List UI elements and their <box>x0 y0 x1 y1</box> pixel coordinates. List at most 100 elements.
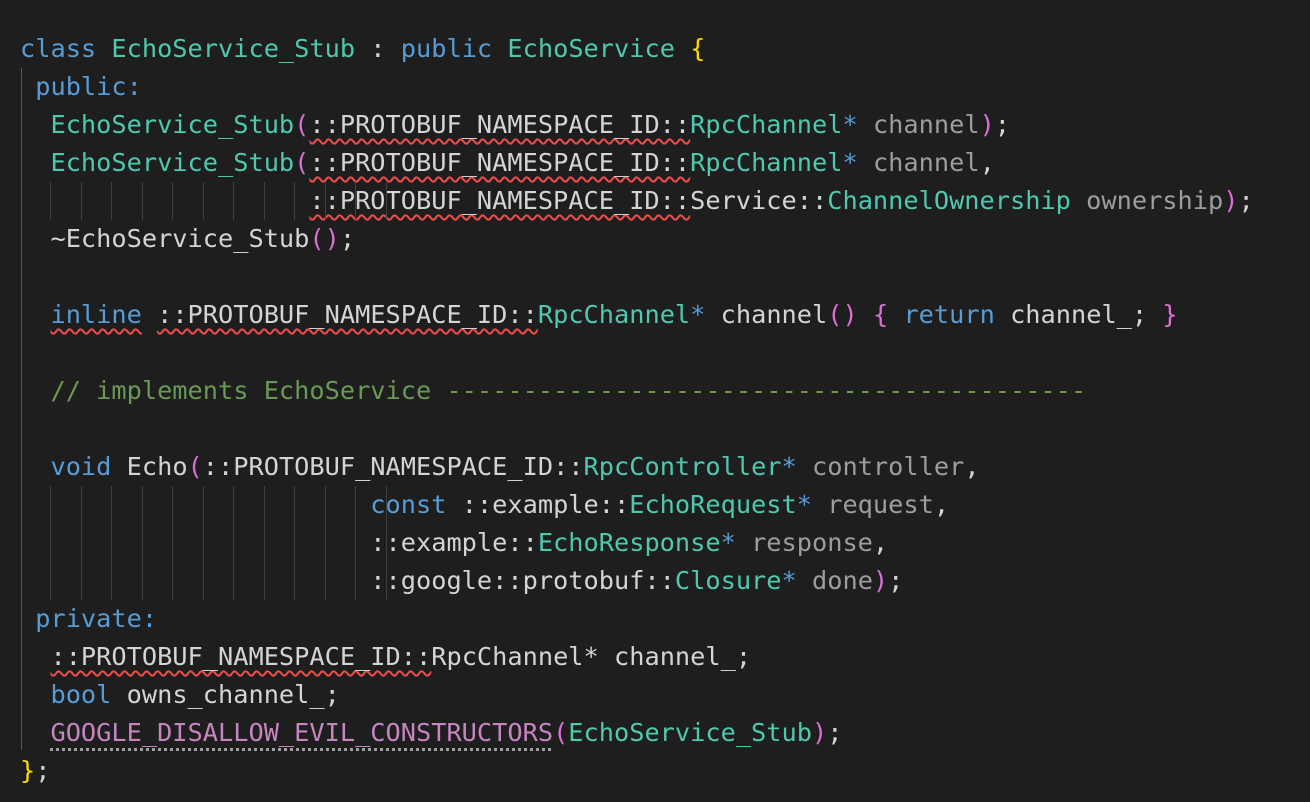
code-token: ~EchoService_Stub <box>50 224 310 253</box>
code-line[interactable] <box>20 334 1254 372</box>
indent-guide <box>50 486 52 524</box>
code-line[interactable]: void Echo(::PROTOBUF_NAMESPACE_ID::RpcCo… <box>20 448 1254 486</box>
code-token: () <box>827 300 858 329</box>
code-token: ) <box>872 566 889 595</box>
code-token-error: ::PROTOBUF_NAMESPACE_ID:: <box>50 642 432 671</box>
code-token: , <box>933 490 950 519</box>
code-token: channel_; <box>1010 300 1148 329</box>
indent-guide <box>355 486 357 524</box>
code-line[interactable]: bool owns_channel_; <box>20 676 1254 714</box>
code-token: : <box>355 34 401 63</box>
code-token: const <box>370 490 447 519</box>
code-token: : <box>126 72 142 101</box>
code-lines[interactable]: class EchoService_Stub : public EchoServ… <box>20 30 1254 790</box>
code-line[interactable]: GOOGLE_DISALLOW_EVIL_CONSTRUCTORS(EchoSe… <box>20 714 1254 752</box>
code-token: Echo <box>126 452 188 481</box>
indent-guide <box>263 182 265 220</box>
code-token: ; <box>827 718 843 747</box>
code-token: class <box>20 34 97 63</box>
indent-guide <box>263 524 265 562</box>
code-line[interactable]: }; <box>20 752 1254 790</box>
code-line[interactable]: ::PROTOBUF_NAMESPACE_ID::RpcChannel* cha… <box>20 638 1254 676</box>
code-line[interactable]: ~EchoService_Stub(); <box>20 220 1254 258</box>
code-line[interactable]: EchoService_Stub(::PROTOBUF_NAMESPACE_ID… <box>20 106 1254 144</box>
code-token: ; <box>339 224 356 253</box>
code-token: { <box>690 34 706 63</box>
indent-guide <box>324 562 326 600</box>
code-token-error: ::PROTOBUF_NAMESPACE_ID:: <box>309 186 691 215</box>
indent-guide <box>294 486 296 524</box>
code-token: EchoService <box>507 34 675 63</box>
indent-guide <box>324 486 326 524</box>
code-line[interactable]: ::example::EchoResponse* response, <box>20 524 1254 562</box>
code-token: RpcChannel <box>690 148 843 177</box>
code-token: channel <box>872 148 980 177</box>
indent-guide <box>111 524 113 562</box>
code-token: ::example:: <box>461 490 630 519</box>
code-line[interactable] <box>20 258 1254 296</box>
code-token: response <box>751 528 873 557</box>
code-token: bool <box>50 680 112 709</box>
indent-guide <box>324 182 326 220</box>
code-line[interactable]: ::PROTOBUF_NAMESPACE_ID::Service::Channe… <box>20 182 1254 220</box>
indent-guide <box>111 486 113 524</box>
indent-guide <box>233 486 235 524</box>
indent-guide <box>80 562 82 600</box>
indent-guide <box>355 562 357 600</box>
indent-guide <box>294 524 296 562</box>
code-line[interactable]: private: <box>20 600 1254 638</box>
code-token: ; <box>994 110 1011 139</box>
code-token: EchoResponse <box>537 528 721 557</box>
code-token: EchoRequest <box>629 490 797 519</box>
code-token: done <box>812 566 873 595</box>
code-token: EchoService_Stub <box>50 110 295 139</box>
code-line[interactable]: ::google::protobuf::Closure* done); <box>20 562 1254 600</box>
indent-guide <box>385 524 387 562</box>
code-token: * <box>583 642 599 671</box>
indent-guide <box>172 524 174 562</box>
code-token: } <box>1162 300 1178 329</box>
indent-guide <box>385 182 387 220</box>
code-token: ( <box>294 148 310 177</box>
code-editor[interactable]: class EchoService_Stub : public EchoServ… <box>0 0 1310 802</box>
code-token: * <box>690 300 706 329</box>
indent-guide <box>80 486 82 524</box>
code-line[interactable]: public: <box>20 68 1254 106</box>
code-line[interactable]: const ::example::EchoRequest* request, <box>20 486 1254 524</box>
code-token: RpcChannel <box>690 110 843 139</box>
code-token: request <box>827 490 934 519</box>
indent-guide <box>294 562 296 600</box>
indent-guide <box>141 524 143 562</box>
code-line[interactable]: EchoService_Stub(::PROTOBUF_NAMESPACE_ID… <box>20 144 1254 182</box>
code-token: :: <box>796 186 828 215</box>
code-token: EchoService_Stub <box>50 148 295 177</box>
code-token: Service <box>690 186 797 215</box>
code-token-error: ::PROTOBUF_NAMESPACE_ID:: <box>309 148 691 177</box>
code-line[interactable] <box>20 410 1254 448</box>
indent-guide <box>233 524 235 562</box>
code-token: , <box>979 148 995 177</box>
code-line[interactable]: // implements EchoService --------------… <box>20 372 1254 410</box>
indent-guide <box>141 562 143 600</box>
indent-guide <box>80 182 82 220</box>
code-token: // implements EchoService --------------… <box>50 376 1087 405</box>
code-token: EchoService_Stub <box>568 718 812 747</box>
code-token: EchoService_Stub <box>111 34 356 63</box>
code-line[interactable]: inline ::PROTOBUF_NAMESPACE_ID::RpcChann… <box>20 296 1254 334</box>
code-token: public <box>35 72 127 101</box>
code-line[interactable]: class EchoService_Stub : public EchoServ… <box>20 30 1254 68</box>
